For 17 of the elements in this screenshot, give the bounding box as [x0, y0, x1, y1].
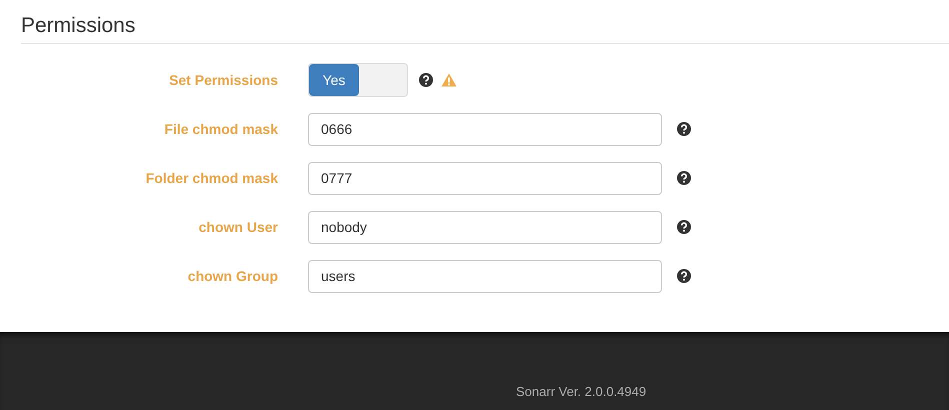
- help-icon[interactable]: [677, 122, 691, 136]
- help-icon[interactable]: [419, 73, 433, 87]
- version-text: Sonarr Ver. 2.0.0.4949: [516, 383, 646, 401]
- field-label: Set Permissions: [168, 70, 278, 90]
- field-label: Folder chmod mask: [144, 168, 278, 188]
- section-title: Permissions: [21, 13, 136, 39]
- help-icon[interactable]: [677, 269, 691, 283]
- help-icon[interactable]: [677, 220, 691, 234]
- text-input[interactable]: 0666: [308, 112, 662, 146]
- field-label: chown Group: [186, 266, 278, 286]
- text-input[interactable]: nobody: [308, 210, 662, 244]
- text-input[interactable]: 0777: [308, 162, 662, 194]
- help-icon[interactable]: [677, 171, 691, 185]
- field-label: File chmod mask: [163, 120, 278, 138]
- permissions-toggle[interactable]: Yes: [308, 63, 408, 97]
- field-label: chown User: [198, 218, 278, 236]
- text-input[interactable]: users: [308, 260, 662, 292]
